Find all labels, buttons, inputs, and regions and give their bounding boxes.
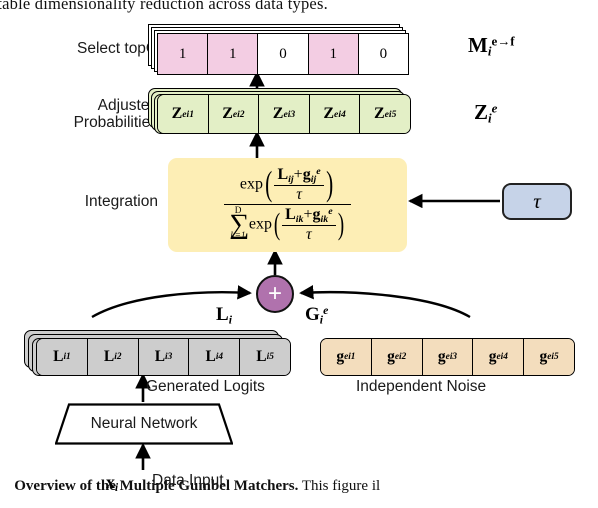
mask-cell[interactable]: 0: [358, 34, 408, 74]
integration-box: exp(Lij+gije τ) D ∑ k=1 exp(Lik+gike τ): [168, 158, 407, 252]
adjusted-probability-cell[interactable]: Ze i1: [158, 95, 209, 133]
data-input-label: Data Input: [152, 472, 224, 489]
integration-formula: exp(Lij+gije τ) D ∑ k=1 exp(Lik+gike τ): [224, 167, 351, 242]
exp-op-denominator: exp: [248, 215, 272, 233]
numerator-inner-den: τ: [274, 185, 324, 203]
noise-cell[interactable]: g e i3: [422, 339, 474, 375]
left-paren-numerator: (: [265, 165, 273, 204]
tau-box[interactable]: τ: [502, 183, 572, 220]
plus-symbol: +: [267, 280, 282, 307]
summation-symbol: D ∑ k=1: [229, 206, 249, 241]
softmax-fraction: exp(Lij+gije τ) D ∑ k=1 exp(Lik+gike τ): [224, 167, 351, 242]
independent-noise-caption: Independent Noise: [356, 378, 487, 395]
logit-cell[interactable]: Li2: [87, 339, 139, 375]
noise-cell[interactable]: g e i2: [371, 339, 423, 375]
left-paren-denominator: (: [273, 206, 281, 241]
tau-label: τ: [533, 189, 541, 213]
noise-cell[interactable]: g e i4: [473, 339, 525, 375]
noise-vector-label: Gie: [305, 304, 329, 327]
page-top-text: rpretable dimensionality reduction acros…: [0, 0, 328, 13]
mask-cell[interactable]: 1: [158, 34, 209, 74]
adjusted-probability-cell[interactable]: Ze i4: [309, 95, 361, 133]
noise-row: g e i1 g e i2 g e i3 g e i4 g e i5: [320, 338, 575, 376]
adjusted-symbol-label: Zie: [474, 100, 498, 126]
right-paren-denominator: ): [337, 206, 344, 241]
right-paren-numerator: ): [325, 165, 333, 204]
numerator-inner-fraction: Lij+gije τ: [274, 166, 324, 203]
adjusted-label-line1: Adjusted: [97, 97, 158, 114]
logits-row: Li1 Li2 Li3 Li4 Li5: [36, 338, 291, 376]
mask-row: 11010: [157, 33, 409, 75]
mask-row-stack: 11010: [148, 24, 409, 80]
softmax-denominator: D ∑ k=1 exp(Lik+gike τ): [224, 204, 351, 243]
plus-node: +: [256, 275, 294, 313]
sum-upper-limit: D: [234, 205, 242, 216]
softmax-numerator: exp(Lij+gije τ): [224, 167, 351, 204]
adjusted-probability-cell[interactable]: Ze i5: [360, 95, 410, 133]
adjusted-probability-cell[interactable]: Ze i2: [208, 95, 260, 133]
denominator-inner-fraction: Lik+gike τ: [282, 207, 336, 243]
noise-cell[interactable]: g e i5: [524, 339, 574, 375]
numerator-inner-num: Lij+gije: [277, 166, 321, 186]
neural-network-label: Neural Network: [90, 415, 198, 432]
adjusted-row-stack: Ze i1 Ze i2 Ze i3 Ze i4 Ze i5: [148, 88, 411, 144]
caption-body: This figure il: [301, 478, 381, 494]
noise-cell[interactable]: g e i1: [321, 339, 372, 375]
denominator-inner-den: τ: [282, 224, 336, 243]
adjusted-label-line2: Probabilities: [73, 114, 158, 132]
logit-cell[interactable]: Li1: [37, 339, 88, 375]
mask-cell[interactable]: 1: [308, 34, 359, 74]
adjusted-probabilities-label: Adjusted Probabilities: [24, 97, 158, 132]
adjusted-probability-cell[interactable]: Ze i3: [259, 95, 310, 133]
denominator-inner-num: Lik+gike: [285, 206, 333, 225]
generated-logits-caption: Generated Logits: [146, 378, 265, 395]
mask-cell[interactable]: 0: [258, 34, 309, 74]
logit-cell[interactable]: Li5: [240, 339, 290, 375]
neural-network-box[interactable]: Neural Network: [55, 403, 233, 445]
sum-lower-limit: k=1: [230, 231, 246, 242]
logit-cell[interactable]: Li4: [189, 339, 241, 375]
data-input-symbol: xi: [106, 472, 119, 495]
select-topo-label: Select topO: [77, 40, 158, 57]
mask-symbol-label: Mie→f: [468, 33, 515, 59]
exp-op-numerator: exp: [239, 175, 264, 193]
logit-cell[interactable]: Li3: [138, 339, 190, 375]
adjusted-row: Ze i1 Ze i2 Ze i3 Ze i4 Ze i5: [157, 94, 411, 134]
mask-cell[interactable]: 1: [208, 34, 259, 74]
integration-label: Integration: [84, 193, 158, 210]
logits-vector-label: Li: [216, 304, 232, 327]
